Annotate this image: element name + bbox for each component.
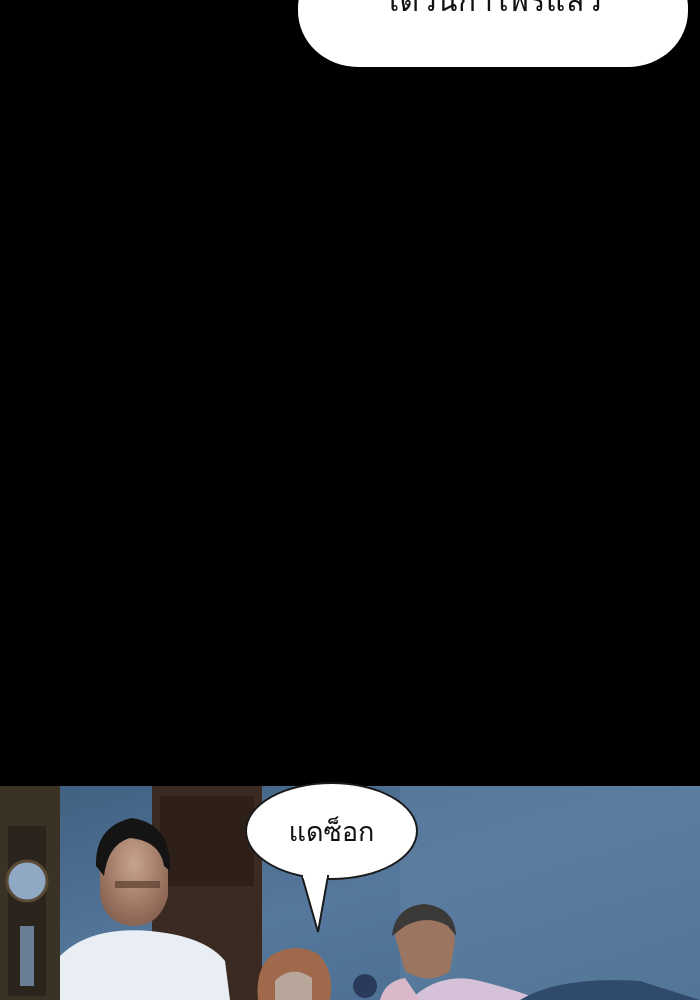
clock-shape (0, 786, 60, 1000)
speech-bubble-tail (300, 874, 330, 933)
speech-bubble-top: ได้วันกำไพรแล้ว (298, 0, 688, 67)
speech-bubble-scene: แดซ็อก (245, 782, 418, 880)
speech-bubble-top-text: ได้วันกำไพรแล้ว (384, 0, 602, 19)
black-panel (0, 0, 700, 786)
speech-bubble-scene-text: แดซ็อก (288, 816, 375, 848)
